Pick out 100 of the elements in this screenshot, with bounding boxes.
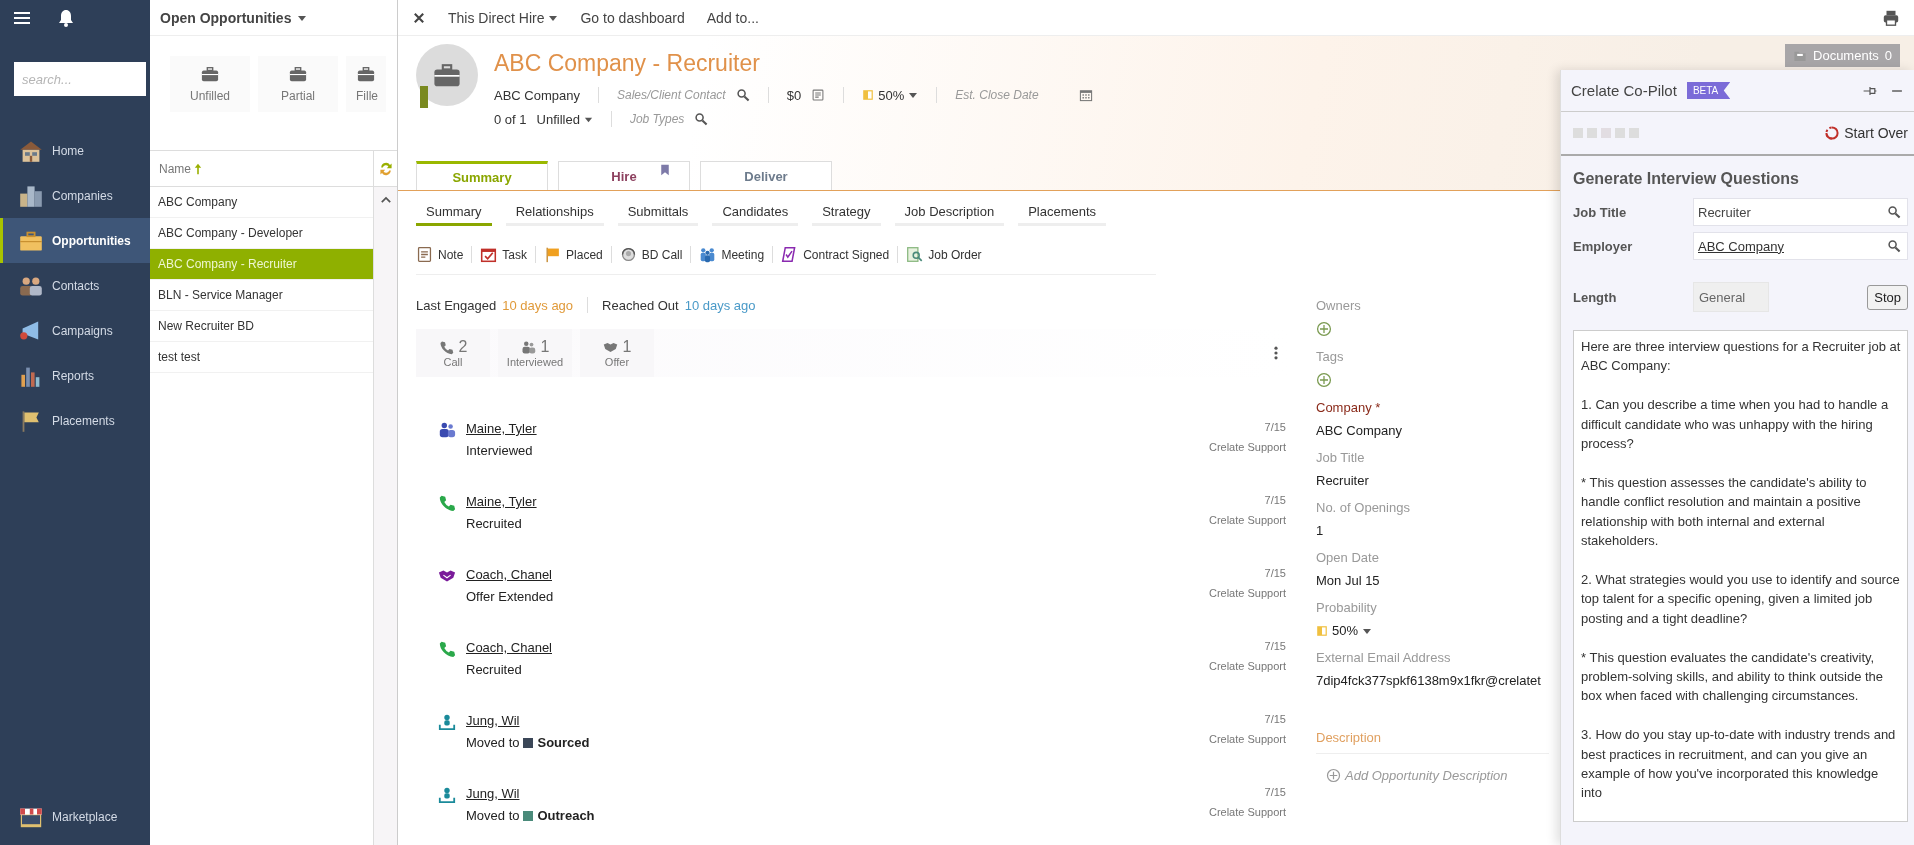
status-dropdown[interactable]: Unfilled [536, 111, 593, 127]
contact-link[interactable]: Coach, Chanel [466, 640, 552, 655]
sub-tab[interactable]: Strategy [812, 200, 881, 226]
field-label: Probability [1316, 600, 1378, 615]
company-link[interactable]: ABC Company [494, 87, 580, 103]
field-value: 1 [1316, 523, 1325, 538]
activity-author: Crelate Support [1208, 660, 1286, 672]
phone-icon [438, 339, 454, 355]
record-title: ABC Company - Recruiter [494, 50, 761, 77]
stage-tab[interactable]: Hire [558, 161, 690, 190]
filter-tile[interactable]: Partial [258, 56, 338, 112]
nav-item[interactable]: Opportunities [0, 218, 150, 263]
column-header[interactable]: Name [159, 161, 191, 176]
nav-item[interactable]: Marketplace [0, 794, 150, 839]
calendar-check-icon [480, 246, 498, 263]
nav-item[interactable]: Contacts [0, 263, 150, 308]
answer-box[interactable]: Here are three interview questions for a Recruiter job at ABC Company: 1. Can you describe a time when you had to handle a difficult candidate who was unhappy with the hiring process? * This question assesses the candidate's ability to handle conflict resolution and maintain a positive relationship with both internal and external stakeholders. 2. What strategies would you use to identify and source top talent for a specific opening, given a limited job posting and a tight deadline? * This question evaluates the candidate's creativity, problem-solving skills, and ability to think outside the box when faced with challenging circumstances. 3. How do you stay up-to-date with industry trends and best practices in recruitment, and can you give an example of how you've incorporated this knowledge into [1573, 330, 1908, 822]
flag-icon [544, 246, 562, 263]
contact-link[interactable]: Jung, Wil [466, 713, 520, 728]
activity-date: 7/15 [1264, 494, 1286, 506]
print-icon[interactable] [1882, 8, 1900, 27]
gauge-icon [862, 89, 875, 101]
view-dropdown[interactable]: Open Opportunities [150, 0, 397, 36]
sub-tab[interactable]: Job Description [894, 200, 1005, 226]
notepad-icon [416, 246, 433, 263]
toolbar-link[interactable]: Add to... [706, 9, 759, 26]
activity-status: Moved to [466, 735, 520, 750]
action-button[interactable]: BD Call [619, 246, 692, 263]
contact-link[interactable]: Maine, Tyler [466, 494, 537, 509]
field-label: External Email Address [1316, 650, 1452, 665]
search-icon[interactable] [694, 112, 709, 126]
engaged-time: 10 days ago [502, 297, 574, 313]
search-icon[interactable] [735, 88, 750, 102]
action-button[interactable]: Job Order [906, 246, 990, 263]
add-icon[interactable] [1316, 321, 1332, 337]
dropdown-button[interactable]: This Direct Hire [448, 9, 559, 26]
search-field[interactable]: search... [14, 62, 146, 96]
contact-link[interactable]: Maine, Tyler [466, 421, 537, 436]
input-field[interactable]: ABC Company [1693, 232, 1908, 260]
nav-item[interactable]: Reports [0, 353, 150, 398]
field-value: Recruiter [1316, 473, 1370, 488]
field-label: Company * [1316, 400, 1382, 415]
action-button[interactable]: Contract Signed [781, 246, 899, 263]
stat-tile[interactable]: 1 Interviewed [498, 329, 572, 377]
close-icon[interactable] [412, 10, 426, 25]
activity-status: Offer Extended [466, 589, 554, 604]
person-tray-icon [438, 786, 456, 804]
length-select[interactable]: General [1693, 282, 1769, 312]
action-button[interactable]: Placed [544, 246, 612, 263]
panel-title: Crelate Co-Pilot [1571, 82, 1677, 99]
stat-tile[interactable]: 1 Offer [580, 329, 654, 377]
stage-name: Outreach [537, 808, 595, 823]
phone-icon [438, 494, 456, 512]
buildings-icon [18, 183, 44, 208]
add-icon[interactable] [1316, 372, 1332, 388]
nav-item[interactable]: Campaigns [0, 308, 150, 353]
activity-author: Crelate Support [1208, 514, 1286, 526]
filter-tile[interactable]: Unfilled [170, 56, 250, 112]
nav-item[interactable]: Home [0, 128, 150, 173]
company-link[interactable]: ABC Company [1316, 423, 1402, 438]
action-button[interactable]: Note [416, 246, 473, 263]
tile-label: Fille [356, 89, 378, 103]
calendar-icon[interactable] [1078, 88, 1093, 102]
amount-value: $0 [786, 87, 802, 103]
nav-item[interactable]: Companies [0, 173, 150, 218]
section-heading: Description [1316, 730, 1549, 754]
stat-label: Interviewed [506, 356, 564, 368]
activity-author: Crelate Support [1208, 587, 1286, 599]
activity-date: 7/15 [1264, 713, 1286, 725]
activity-date: 7/15 [1264, 786, 1286, 798]
engaged-label: Last Engaged [416, 297, 497, 313]
nav-item[interactable]: Placements [0, 398, 150, 443]
bell-icon[interactable] [56, 8, 76, 28]
sub-tab[interactable]: Summary [416, 200, 492, 226]
sub-tab[interactable]: Submittals [617, 200, 699, 226]
contact-link[interactable]: Jung, Wil [466, 786, 520, 801]
stage-tab[interactable]: Deliver [700, 161, 832, 190]
field-value: 7dip4fck377spkf6138m9x1fkr@crelatet [1316, 673, 1542, 688]
contact-link[interactable]: Coach, Chanel [466, 567, 552, 582]
status-bar-mark [420, 86, 428, 108]
probability-value[interactable]: 50% [1332, 623, 1359, 638]
action-button[interactable]: Meeting [699, 246, 774, 263]
stop-button[interactable]: Stop [1867, 284, 1908, 310]
filter-tile[interactable]: Fille [346, 56, 386, 112]
refresh-icon [1824, 125, 1841, 141]
field-label: Open Date [1316, 550, 1380, 565]
field-value: Mon Jul 15 [1316, 573, 1381, 588]
sub-tab[interactable]: Relationships [505, 200, 604, 226]
start-over-button[interactable]: Start Over [1824, 125, 1908, 141]
probability-value[interactable]: 50% [878, 87, 905, 103]
reached-label: Reached Out [602, 297, 679, 313]
phone-icon [438, 640, 456, 658]
toolbar-link[interactable]: Go to dashboard [580, 9, 685, 26]
sub-tab[interactable]: Placements [1018, 200, 1107, 226]
caret-icon [908, 90, 919, 100]
loading-placeholder-icon [1573, 126, 1639, 140]
input-field[interactable]: Recruiter [1693, 198, 1908, 226]
action-button[interactable]: Task [480, 246, 537, 263]
activity-status: Recruited [466, 516, 522, 531]
sub-tab[interactable]: Candidates [712, 200, 799, 226]
